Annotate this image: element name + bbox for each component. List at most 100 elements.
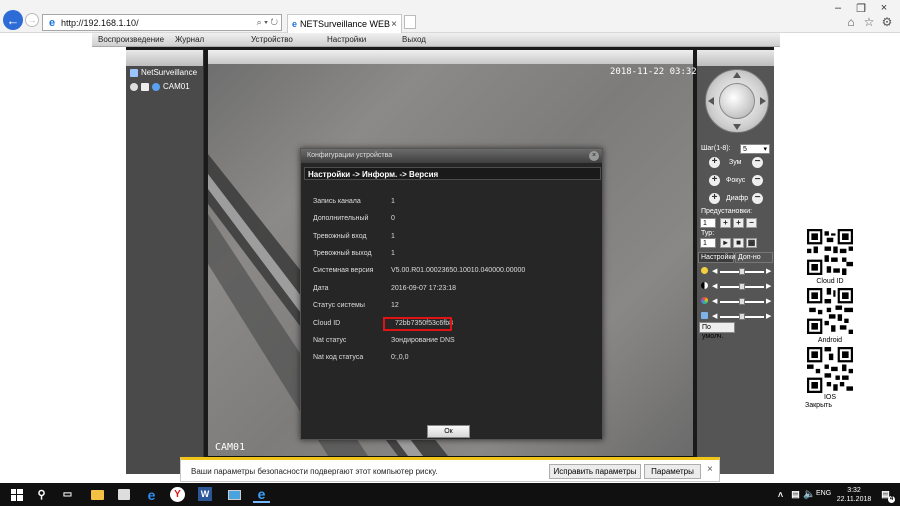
clock[interactable]: 3:32 22.11.2018 [836,486,872,504]
remote-desktop-icon[interactable] [226,486,243,503]
ptz-center-button[interactable] [719,83,755,119]
menu-log[interactable]: Журнал [175,35,204,44]
internet-explorer-icon[interactable]: e [253,486,270,503]
slider-right-icon[interactable]: ▶ [766,297,771,305]
settings-button[interactable]: Параметры [644,464,701,479]
tour-stop-icon[interactable]: ■ [733,238,744,248]
ptz-down-icon[interactable] [733,124,741,130]
address-bar[interactable]: e http://192.168.1.10/ ⌕ ▾ ↻ [42,14,282,31]
language-indicator[interactable]: ENG [816,490,831,497]
slider-right-icon[interactable]: ▶ [766,267,771,275]
store-icon[interactable] [115,486,132,503]
info-row: Тревожный выход 1 [313,250,593,262]
browser-tab[interactable]: e NETSurveillance WEB × [287,14,402,33]
slider-left-icon[interactable]: ◀ [712,282,717,290]
step-select[interactable]: 5 ▾ [740,144,770,154]
tab-extra[interactable]: Доп-но [735,252,773,263]
menu-playback[interactable]: Воспроизведение [98,35,164,44]
hue-slider[interactable]: ◀ ▶ [700,311,772,321]
ptz-right-icon[interactable] [760,97,766,105]
back-button[interactable]: ← [3,10,23,30]
notifications-icon[interactable]: ▤ 4 [877,486,895,503]
slider-knob[interactable] [739,313,745,320]
preset-delete-button[interactable]: − [746,218,757,228]
dialog-close-icon[interactable]: × [589,151,599,161]
tab-image-settings[interactable]: Настройки [698,252,735,263]
close-notification-icon[interactable]: × [707,464,713,475]
close-window-icon[interactable]: × [874,2,894,14]
tree-camera-item[interactable]: CAM01 [130,82,190,91]
iris-plus-button[interactable]: + [709,193,720,204]
file-explorer-icon[interactable] [89,486,106,503]
security-message: Ваши параметры безопасности подвергают э… [191,467,438,476]
restore-icon[interactable]: ❐ [851,2,871,15]
ptz-left-icon[interactable] [708,97,714,105]
zoom-in-button[interactable]: + [709,157,720,168]
slider-left-icon[interactable]: ◀ [712,312,717,320]
preset-select[interactable]: 1 [700,218,716,228]
favorites-star-icon[interactable]: ☆ [861,15,877,29]
qr-cloud-id-label: Cloud ID [816,278,844,285]
preset-go-button[interactable]: + [733,218,744,228]
tab-close-icon[interactable]: × [391,19,401,30]
app-menubar: Воспроизведение Журнал Устройство Настро… [92,33,780,47]
settings-gear-icon[interactable]: ⚙ [879,15,895,29]
brightness-icon [701,267,708,274]
menu-device[interactable]: Устройство [251,35,293,44]
edge-icon[interactable]: e [143,486,160,503]
new-tab-button[interactable] [404,15,416,29]
focus-plus-button[interactable]: + [709,175,720,186]
info-row: Статус системы 12 [313,302,593,314]
focus-minus-button[interactable]: − [752,175,763,186]
info-row: Дата 2016-09-07 17:23:18 [313,285,593,297]
default-button[interactable]: По умолч. [699,322,735,340]
saturation-slider[interactable]: ◀ ▶ [700,296,772,306]
windows-start-icon[interactable] [8,486,25,503]
network-icon [130,68,138,77]
task-view-icon[interactable]: ▭ [59,486,76,503]
tree-root[interactable]: NetSurveillance [130,68,197,77]
slider-left-icon[interactable]: ◀ [712,267,717,275]
slider-left-icon[interactable]: ◀ [712,297,717,305]
info-value: 1 [391,198,395,205]
zoom-out-button[interactable]: − [752,157,763,168]
menu-exit[interactable]: Выход [402,35,426,44]
minimize-icon[interactable]: – [828,2,848,14]
slider-knob[interactable] [739,283,745,290]
step-select-value: 5 [743,146,747,153]
word-icon[interactable]: W [198,487,212,501]
address-tools-icon[interactable]: ⌕ ▾ ↻ [254,17,281,28]
forward-button[interactable]: → [25,13,39,27]
close-qr-link[interactable]: Закрыть [805,402,832,409]
windows-taskbar: ⚲ ▭ e Y W e ˄ ▤ 🔈 ENG 3:32 22.11.2018 ▤ 4 [0,483,900,506]
dialog-title: Конфигурации устройства [307,152,393,159]
ptz-up-icon[interactable] [733,72,741,78]
preset-set-button[interactable]: + [720,218,731,228]
slider-right-icon[interactable]: ▶ [766,312,771,320]
iris-minus-button[interactable]: − [752,193,763,204]
record-icon[interactable] [130,82,138,91]
slider-knob[interactable] [739,268,745,275]
ok-button[interactable]: Ок [427,425,470,438]
tour-select[interactable]: 1 [700,238,716,248]
menu-settings[interactable]: Настройки [327,35,366,44]
contrast-slider[interactable]: ◀ ▶ [700,281,772,291]
slider-knob[interactable] [739,298,745,305]
dialog-titlebar: Конфигурации устройства × [301,149,602,163]
yandex-browser-icon[interactable]: Y [170,487,185,502]
brightness-slider[interactable]: ◀ ▶ [700,266,772,276]
slider-right-icon[interactable]: ▶ [766,282,771,290]
home-icon[interactable]: ⌂ [843,15,859,29]
search-icon[interactable]: ⚲ [33,486,50,503]
info-label: Cloud ID [313,320,341,327]
tour-play-icon[interactable]: ▸ [720,238,731,248]
fix-settings-button[interactable]: Исправить параметры [549,464,641,479]
hue-icon [701,312,708,319]
iris-label: Диафр [726,195,749,202]
tour-label: Тур: [701,230,715,237]
zoom-label: Зум [729,159,742,166]
play-icon[interactable] [141,82,149,91]
address-url[interactable]: http://192.168.1.10/ [61,18,254,28]
info-row: Запись канала 1 [313,198,593,210]
tour-grid-icon[interactable]: ▦ [746,238,757,248]
